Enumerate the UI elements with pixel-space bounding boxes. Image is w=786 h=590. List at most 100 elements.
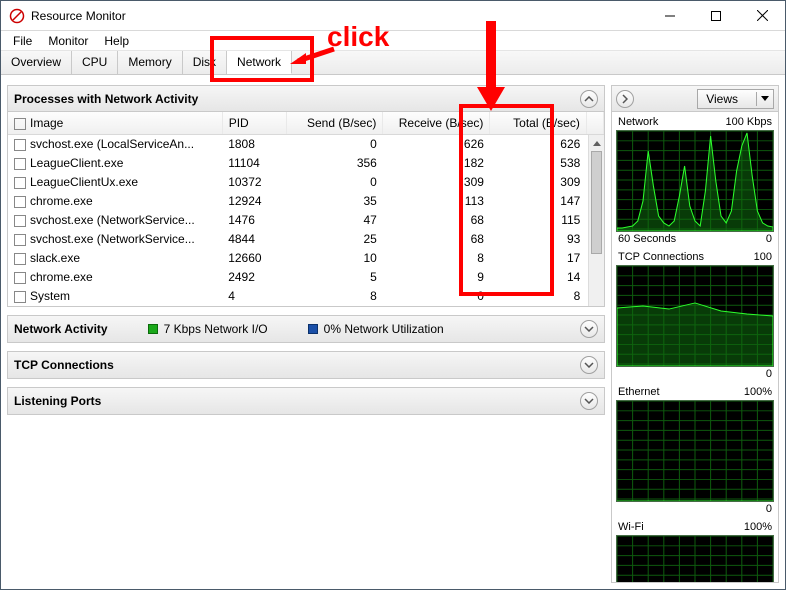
col-total[interactable]: Total (B/sec)	[490, 112, 586, 135]
panel-tcp-title: TCP Connections	[14, 358, 114, 372]
row-checkbox[interactable]	[14, 196, 26, 208]
col-send[interactable]: Send (B/sec)	[286, 112, 382, 135]
table-row[interactable]: svchost.exe (NetworkService...4844256893	[8, 230, 604, 249]
tab-network[interactable]: Network	[227, 51, 292, 74]
chart-max-label: 100%	[744, 521, 772, 533]
util-swatch-icon	[308, 324, 318, 334]
chart-title-label: Ethernet	[618, 386, 660, 398]
tab-disk[interactable]: Disk	[183, 51, 227, 74]
table-row[interactable]: LeagueClient.exe11104356182538	[8, 154, 604, 173]
views-label: Views	[698, 92, 757, 106]
io-swatch-icon	[148, 324, 158, 334]
network-activity-util: 0% Network Utilization	[308, 322, 444, 336]
panel-listening-title: Listening Ports	[14, 394, 101, 408]
chart-foot-left: 60 Seconds	[618, 233, 676, 245]
panel-network-activity: Network Activity 7 Kbps Network I/O 0% N…	[7, 315, 605, 343]
processes-table-wrap: Image PID Send (B/sec) Receive (B/sec) T…	[8, 112, 604, 306]
close-button[interactable]	[739, 1, 785, 30]
row-checkbox[interactable]	[14, 272, 26, 284]
chevron-down-icon	[584, 326, 594, 332]
window-title: Resource Monitor	[31, 9, 647, 23]
app-icon	[9, 8, 25, 24]
charts-container: Network100 Kbps60 Seconds0TCP Connection…	[612, 112, 778, 582]
processes-header-row: Image PID Send (B/sec) Receive (B/sec) T…	[8, 112, 604, 135]
chart-tcp-connections: TCP Connections 100 0	[616, 251, 774, 384]
panel-network-activity-header[interactable]: Network Activity 7 Kbps Network I/O 0% N…	[8, 316, 604, 342]
tab-memory[interactable]: Memory	[118, 51, 182, 74]
window-controls	[647, 1, 785, 30]
chart-network: Network 100 Kbps 60 Seconds 0	[616, 116, 774, 249]
views-dropdown[interactable]: Views	[697, 89, 774, 109]
row-checkbox[interactable]	[14, 234, 26, 246]
chart-max-label: 100%	[744, 386, 772, 398]
scroll-thumb[interactable]	[591, 151, 602, 254]
table-row[interactable]: System4808	[8, 287, 604, 306]
chart-foot-right: 0	[766, 233, 772, 245]
titlebar[interactable]: Resource Monitor	[1, 1, 785, 31]
panel-processes-title: Processes with Network Activity	[14, 92, 198, 106]
tabbar: Overview CPU Memory Disk Network	[1, 51, 785, 75]
menubar: File Monitor Help	[1, 31, 785, 51]
chart-canvas	[616, 400, 774, 502]
body: Processes with Network Activity Image PI…	[1, 75, 785, 589]
header-checkbox[interactable]	[14, 118, 26, 130]
table-row[interactable]: chrome.exe1292435113147	[8, 192, 604, 211]
collapse-processes-button[interactable]	[580, 90, 598, 108]
row-checkbox[interactable]	[14, 177, 26, 189]
chevron-right-icon	[622, 94, 628, 104]
col-receive[interactable]: Receive (B/sec)	[383, 112, 490, 135]
panel-processes-header[interactable]: Processes with Network Activity	[8, 86, 604, 112]
panel-tcp-connections: TCP Connections	[7, 351, 605, 379]
chevron-up-icon	[584, 96, 594, 102]
collapse-sidebar-button[interactable]	[616, 90, 634, 108]
panel-tcp-header[interactable]: TCP Connections	[8, 352, 604, 378]
tab-overview[interactable]: Overview	[1, 51, 72, 74]
menu-help[interactable]: Help	[96, 32, 137, 50]
expand-network-activity-button[interactable]	[580, 320, 598, 338]
row-checkbox[interactable]	[14, 291, 26, 303]
resource-monitor-window: Resource Monitor File Monitor Help Overv…	[0, 0, 786, 590]
chart-canvas	[616, 535, 774, 582]
chart-title-label: Wi-Fi	[618, 521, 644, 533]
expand-tcp-button[interactable]	[580, 356, 598, 374]
views-dropdown-arrow[interactable]	[757, 96, 773, 101]
panel-listening-header[interactable]: Listening Ports	[8, 388, 604, 414]
chart-canvas	[616, 130, 774, 232]
tab-cpu[interactable]: CPU	[72, 51, 118, 74]
table-row[interactable]: svchost.exe (LocalServiceAn...1808062662…	[8, 135, 604, 154]
network-activity-io: 7 Kbps Network I/O	[148, 322, 268, 336]
menu-file[interactable]: File	[5, 32, 40, 50]
col-image[interactable]: Image	[8, 112, 222, 135]
table-row[interactable]: slack.exe1266010817	[8, 249, 604, 268]
table-row[interactable]: LeagueClientUx.exe103720309309	[8, 173, 604, 192]
chart-wi-fi: Wi-Fi 100%	[616, 521, 774, 582]
row-checkbox[interactable]	[14, 215, 26, 227]
col-pid[interactable]: PID	[222, 112, 286, 135]
row-checkbox[interactable]	[14, 139, 26, 151]
panel-network-activity-title: Network Activity	[14, 322, 108, 336]
row-checkbox[interactable]	[14, 253, 26, 265]
processes-table: Image PID Send (B/sec) Receive (B/sec) T…	[8, 112, 604, 306]
menu-monitor[interactable]: Monitor	[40, 32, 96, 50]
chart-foot-right: 0	[766, 368, 772, 380]
chart-max-label: 100	[754, 251, 772, 263]
table-row[interactable]: svchost.exe (NetworkService...1476476811…	[8, 211, 604, 230]
chart-canvas	[616, 265, 774, 367]
chart-max-label: 100 Kbps	[726, 116, 772, 128]
row-checkbox[interactable]	[14, 158, 26, 170]
processes-scrollbar[interactable]	[588, 135, 604, 306]
maximize-button[interactable]	[693, 1, 739, 30]
chart-foot-right: 0	[766, 503, 772, 515]
table-row[interactable]: chrome.exe24925914	[8, 268, 604, 287]
right-header: Views	[612, 86, 778, 112]
panel-processes: Processes with Network Activity Image PI…	[7, 85, 605, 307]
chart-ethernet: Ethernet 100% 0	[616, 386, 774, 519]
panel-listening-ports: Listening Ports	[7, 387, 605, 415]
minimize-button[interactable]	[647, 1, 693, 30]
chart-title-label: Network	[618, 116, 658, 128]
expand-listening-button[interactable]	[580, 392, 598, 410]
chart-title-label: TCP Connections	[618, 251, 704, 263]
scroll-up-button[interactable]	[589, 135, 604, 151]
chevron-down-icon	[584, 362, 594, 368]
left-column: Processes with Network Activity Image PI…	[7, 85, 605, 583]
